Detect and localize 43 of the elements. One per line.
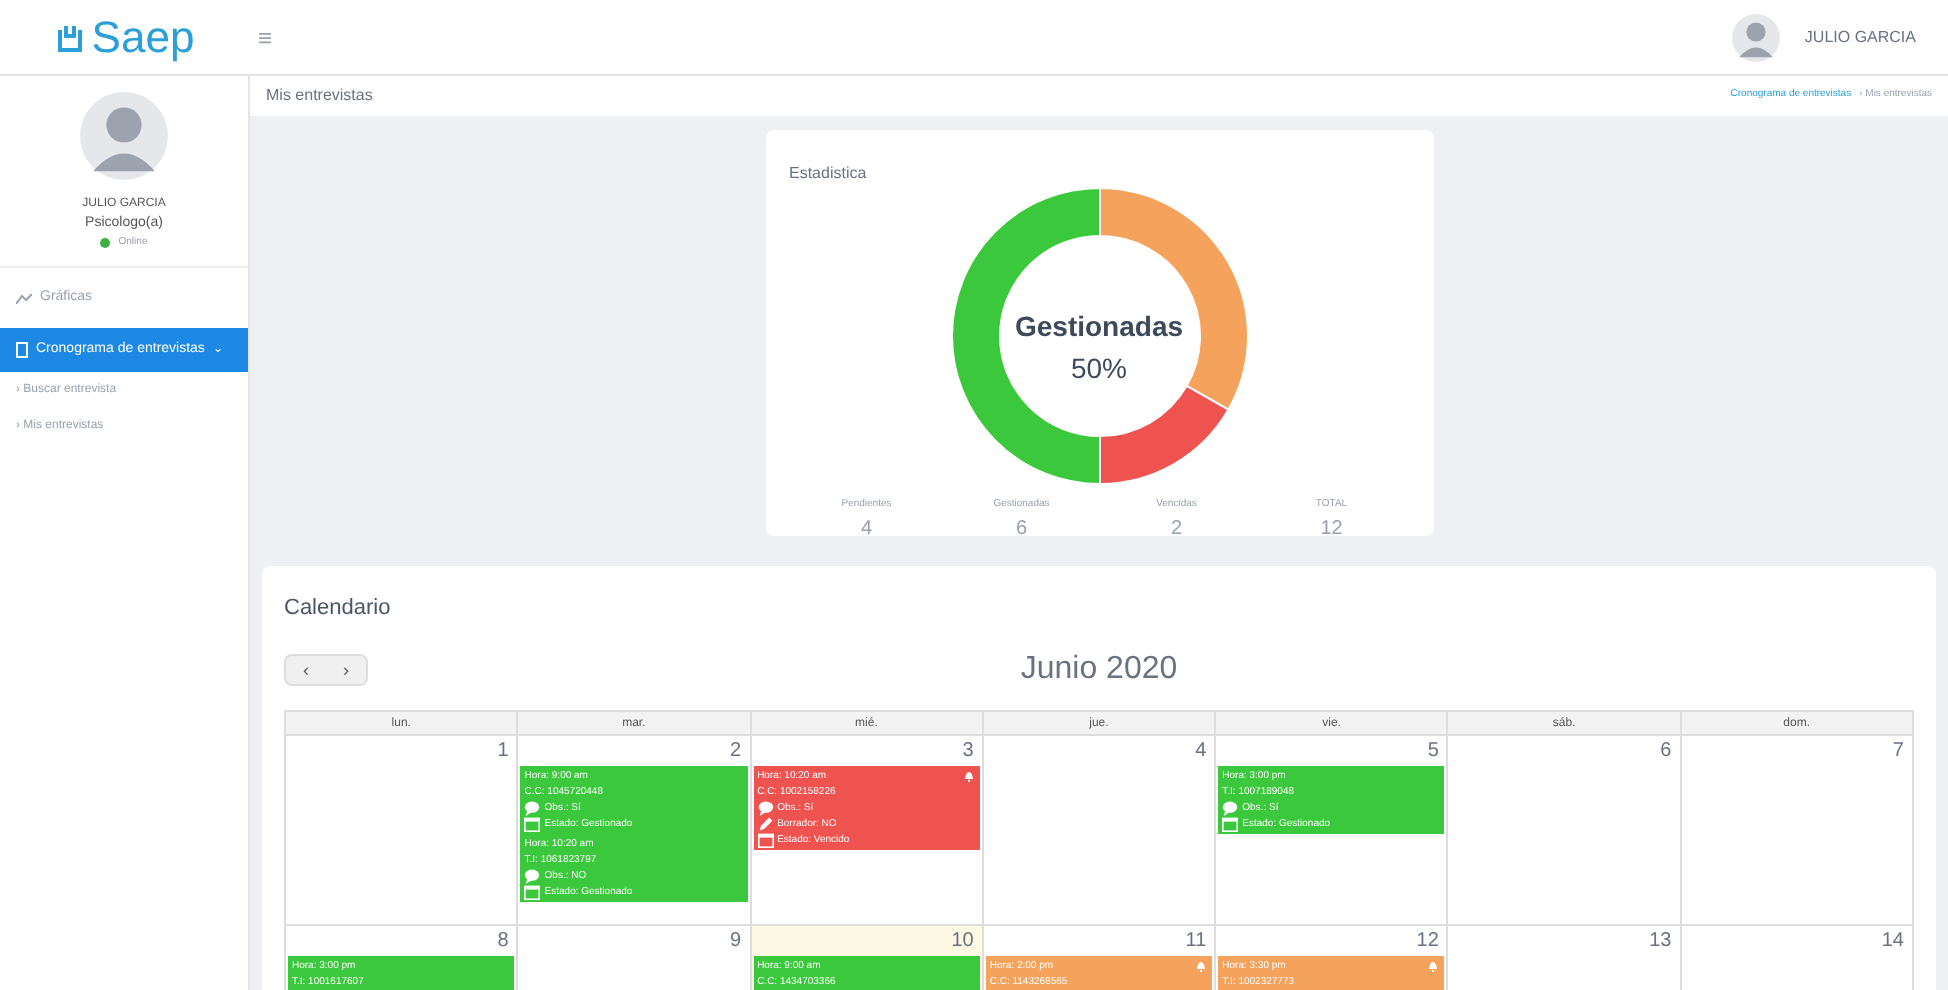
day-number: 11 [1185,928,1209,956]
day-number: 6 [1660,738,1674,766]
calendar-icon [524,884,541,900]
day-number: 9 [730,928,744,956]
calendar-icon [757,832,774,848]
document-icon [16,342,28,358]
profile-avatar [80,92,168,180]
day-number: 2 [730,738,744,766]
center-value: 50% [1070,350,1128,388]
day-number: 13 [1649,928,1674,956]
center-label: Gestionadas [1014,308,1184,346]
comment-icon [757,800,774,816]
menu-button[interactable]: ≡ [258,19,273,55]
comment-icon [524,800,541,816]
count-value: 4 [860,515,873,543]
user-avatar [1732,13,1781,61]
day-number: 14 [1881,928,1906,956]
card-title: Estadistica [789,164,867,182]
day-number: 3 [962,738,976,766]
calendar-icon [524,816,541,832]
next-button[interactable]: › [326,656,366,684]
calendar-icon [1222,816,1239,832]
chart-line-icon [16,293,32,303]
logo-icon [55,21,84,53]
logo-text: Saep [91,15,195,59]
count-value: 12 [1320,515,1343,543]
day-number: 1 [497,738,511,766]
page-title: Mis entrevistas [266,84,373,108]
day-number: 8 [497,928,511,956]
day-number: 10 [951,928,976,956]
comment-icon [524,868,541,884]
card-title: Calendario [284,596,391,620]
count-value: 2 [1170,515,1183,543]
day-number: 5 [1427,738,1441,766]
prev-button[interactable]: ‹ [286,656,326,684]
month-title: Junio 2020 [1020,650,1178,690]
day-number: 4 [1195,738,1209,766]
pencil-icon [757,816,774,832]
count-value: 6 [1015,515,1028,543]
comment-icon [1222,800,1239,816]
day-number: 7 [1892,738,1906,766]
user-name: JULIO GARCIA [1804,25,1916,49]
day-number: 12 [1416,928,1441,956]
